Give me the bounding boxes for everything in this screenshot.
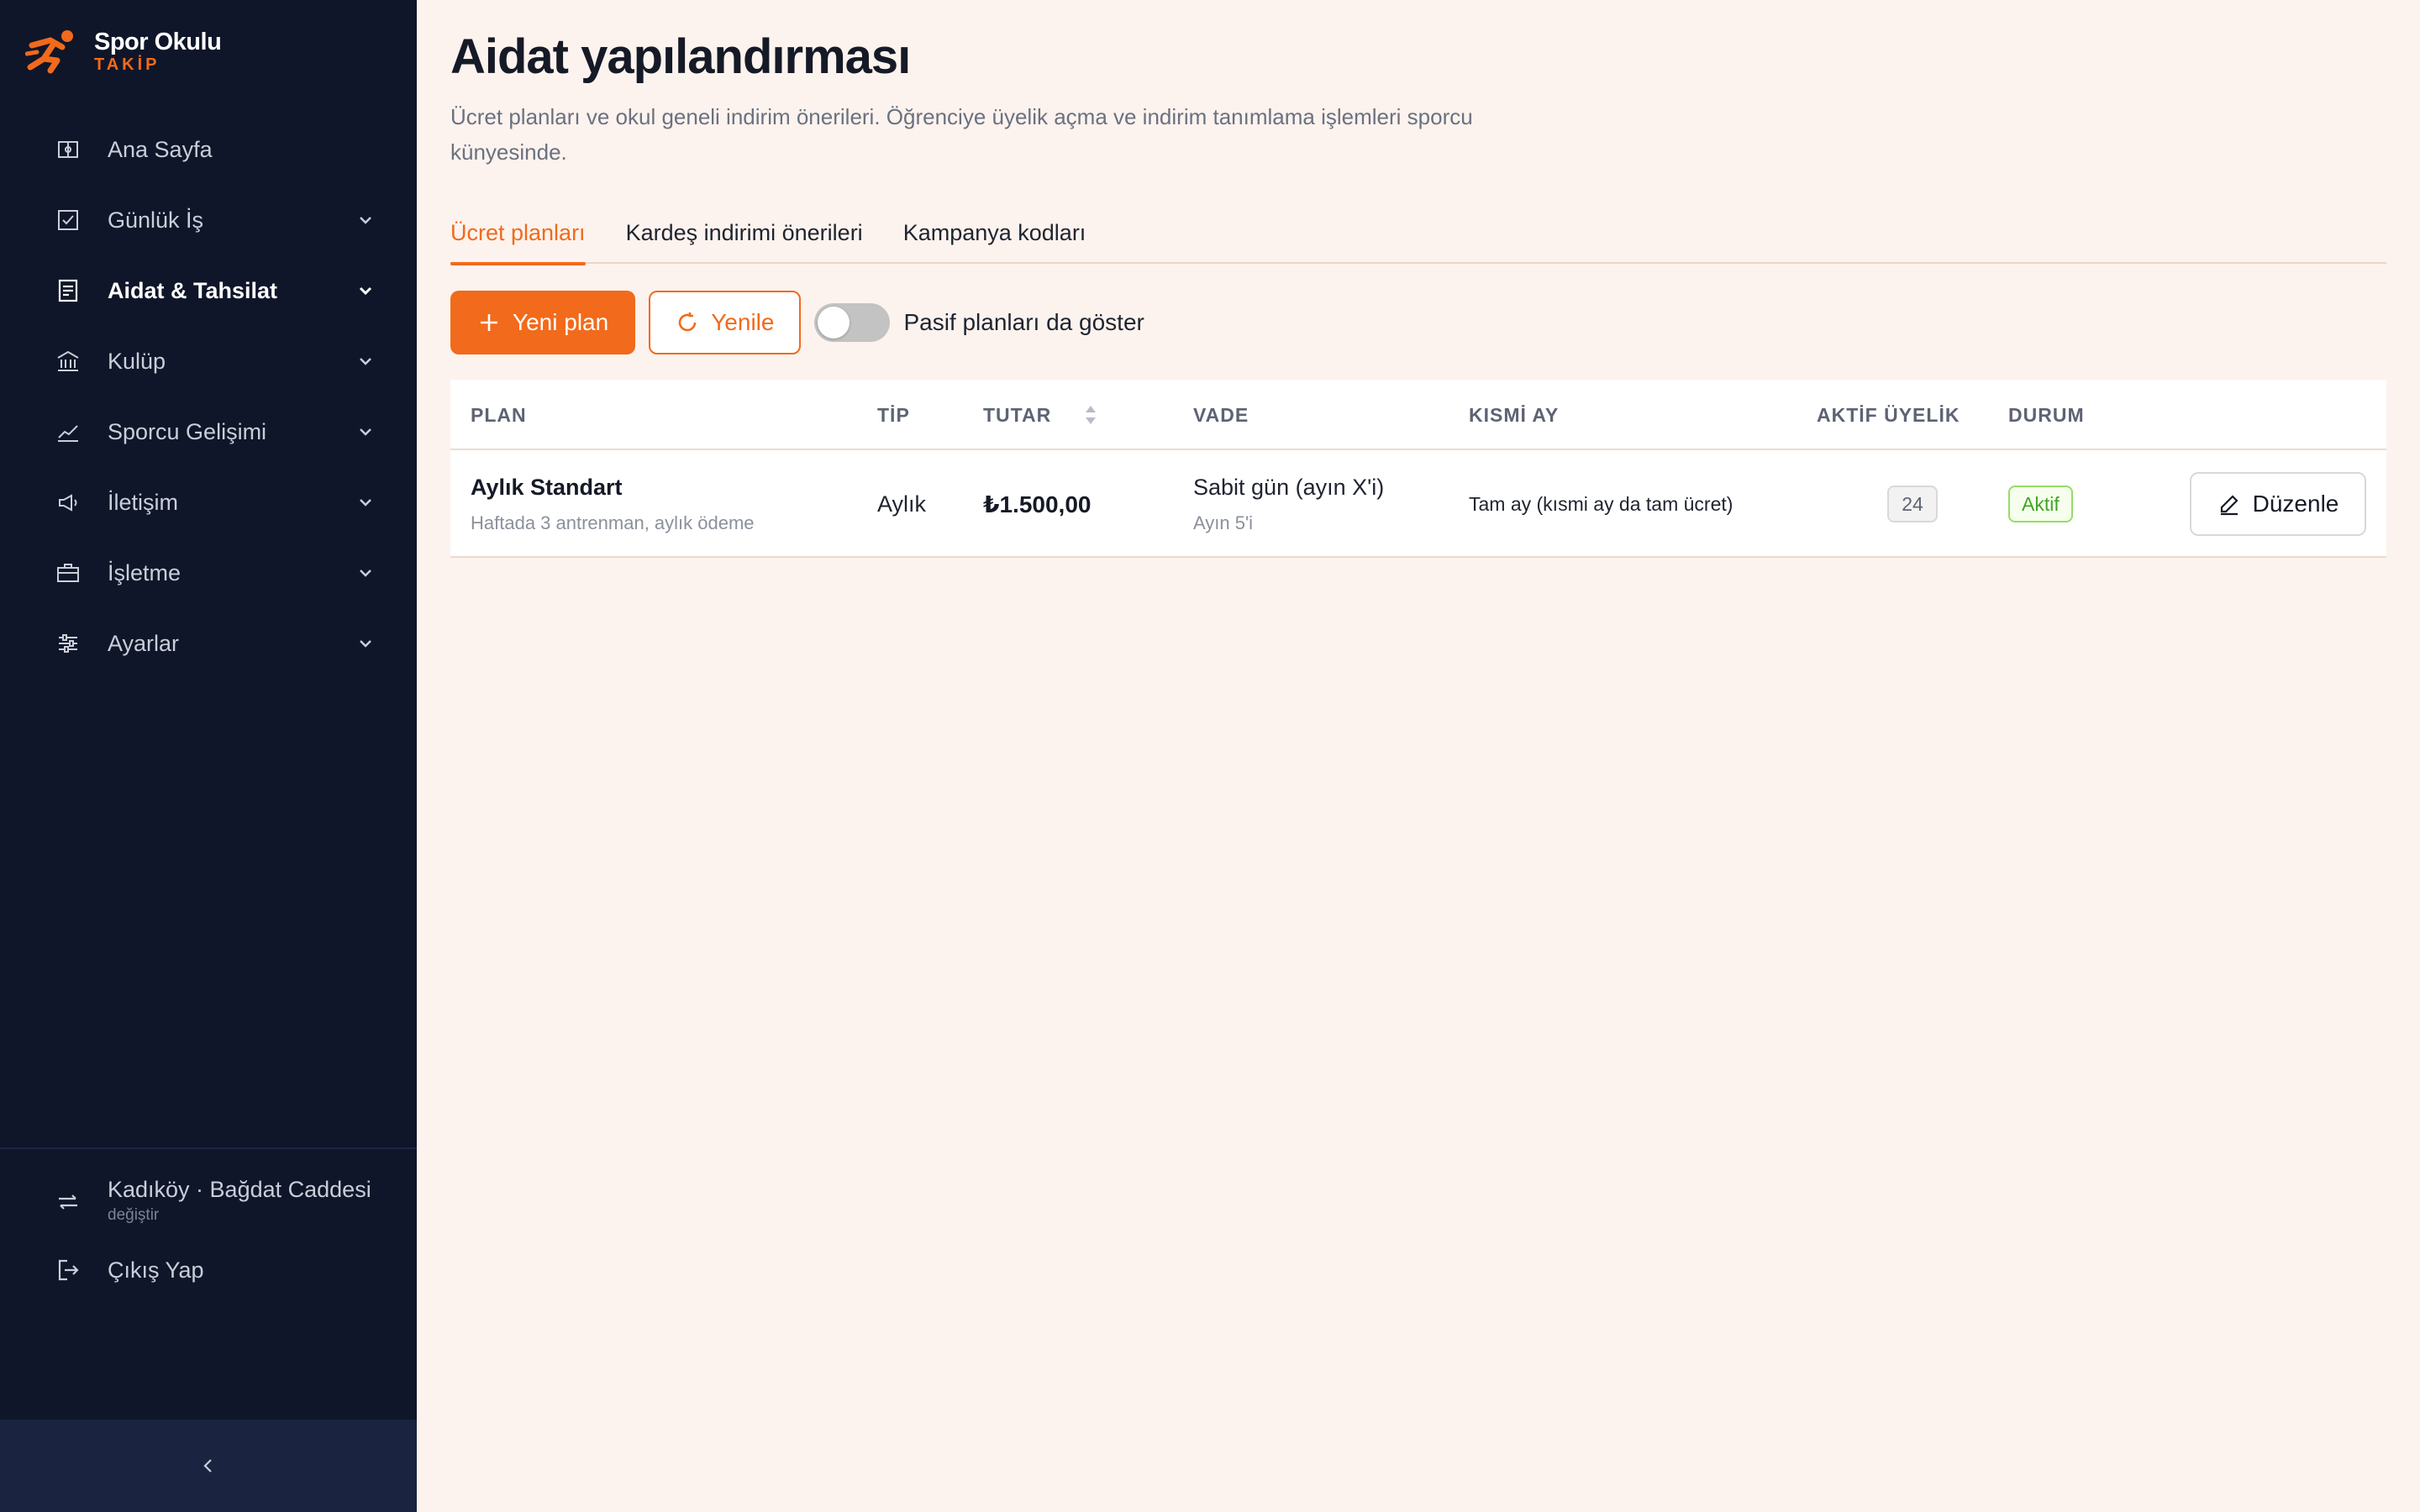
main-content: Aidat yapılandırması Ücret planları ve o… [417, 0, 2420, 1512]
sidebar-item-label: İşletme [108, 559, 182, 585]
sidebar-item-gunluk-is[interactable]: Günlük İş [0, 185, 417, 255]
status-badge: Aktif [2008, 486, 2073, 522]
dashboard-icon [55, 137, 81, 162]
cell-type: Aylık [877, 450, 926, 558]
chevron-down-icon [356, 281, 375, 300]
col-header-amount-label: TUTAR [983, 403, 1052, 426]
cell-amount: ₺1.500,00 [983, 450, 1091, 558]
table-header: PLAN TİP TUTAR VADE KISMİ AY AKTİF ÜYELİ… [450, 380, 2386, 450]
refresh-label: Yenile [711, 309, 775, 335]
swap-icon [55, 1189, 81, 1215]
cell-active-members: 24 [1887, 450, 1938, 558]
checkbox-icon [55, 207, 81, 233]
plan-description: Haftada 3 antrenman, aylık ödeme [471, 512, 755, 533]
active-members-count: 24 [1887, 486, 1938, 522]
plus-icon [481, 314, 497, 331]
cell-partial: Tam ay (kısmi ay da tam ücret) [1469, 450, 1733, 558]
edit-button[interactable]: Düzenle [2190, 472, 2366, 536]
fee-plans-table: PLAN TİP TUTAR VADE KISMİ AY AKTİF ÜYELİ… [450, 380, 2386, 558]
col-header-active-members: AKTİF ÜYELİK [1817, 403, 1960, 426]
tab-kardes-indirimi[interactable]: Kardeş indirimi önerileri [626, 202, 863, 264]
chevron-down-icon [356, 423, 375, 441]
edit-label: Düzenle [2252, 491, 2339, 517]
branch-change-link[interactable]: değiştir [108, 1206, 371, 1225]
sidebar-item-label: Günlük İş [108, 207, 204, 233]
chart-line-icon [55, 419, 81, 444]
refresh-icon [678, 312, 697, 332]
show-passive-toggle[interactable] [814, 303, 891, 342]
chevron-down-icon [356, 564, 375, 582]
col-header-type: TİP [877, 403, 910, 426]
cell-status: Aktif [2008, 450, 2073, 558]
col-header-amount[interactable]: TUTAR [983, 380, 1098, 450]
toggle-knob [818, 307, 850, 339]
col-header-status: DURUM [2008, 403, 2085, 426]
branch-switcher[interactable]: Kadıköy · Bağdat Caddesi değiştir [55, 1173, 371, 1225]
runner-logo-icon [25, 30, 73, 74]
brand-logo[interactable]: Spor Okulu TAKİP [25, 29, 222, 74]
sliders-icon [55, 631, 81, 656]
sidebar-collapse-button[interactable] [0, 1420, 417, 1512]
briefcase-icon [55, 560, 81, 585]
chevron-down-icon [356, 211, 375, 229]
cell-plan: Aylık Standart Haftada 3 antrenman, aylı… [471, 450, 755, 558]
brand-subtitle: TAKİP [94, 55, 160, 74]
col-header-partial: KISMİ AY [1469, 403, 1560, 426]
due-day: Ayın 5'i [1193, 512, 1254, 533]
megaphone-icon [55, 490, 81, 515]
brand-name: Spor Okulu [94, 29, 222, 55]
logout-label: Çıkış Yap [108, 1257, 204, 1283]
sidebar: Spor Okulu TAKİP Ana Sayfa Günlük İş Aid… [0, 0, 417, 1512]
sidebar-item-sporcu-gelisimi[interactable]: Sporcu Gelişimi [0, 396, 417, 467]
document-icon [55, 278, 81, 303]
plan-type: Aylık [877, 491, 927, 517]
chevron-down-icon [356, 352, 375, 370]
col-header-due: VADE [1193, 403, 1249, 426]
partial-month-rule: Tam ay (kısmi ay da tam ücret) [1469, 492, 1733, 515]
tab-bar: Ücret planları Kardeş indirimi önerileri… [450, 202, 2386, 265]
branch-name: Kadıköy · Bağdat Caddesi [108, 1177, 371, 1202]
sidebar-item-iletisim[interactable]: İletişim [0, 467, 417, 538]
sidebar-item-aidat-tahsilat[interactable]: Aidat & Tahsilat [0, 255, 417, 326]
chevron-down-icon [356, 634, 375, 653]
chevron-left-icon [203, 1459, 212, 1473]
page-title: Aidat yapılandırması [450, 29, 911, 84]
sidebar-item-kulup[interactable]: Kulüp [0, 326, 417, 396]
plan-amount: ₺1.500,00 [983, 491, 1092, 517]
due-rule: Sabit gün (ayın X'i) [1193, 474, 1385, 500]
sidebar-item-ayarlar[interactable]: Ayarlar [0, 608, 417, 679]
sidebar-item-label: Ana Sayfa [108, 136, 213, 162]
plan-name: Aylık Standart [471, 474, 623, 500]
logout-button[interactable]: Çıkış Yap [55, 1252, 204, 1289]
sidebar-divider [0, 1147, 417, 1149]
sidebar-item-ana-sayfa[interactable]: Ana Sayfa [0, 114, 417, 185]
logout-icon [55, 1257, 81, 1283]
tab-kampanya-kodlari[interactable]: Kampanya kodları [903, 202, 1086, 264]
col-header-plan: PLAN [471, 403, 527, 426]
table-row[interactable]: Aylık Standart Haftada 3 antrenman, aylı… [450, 450, 2386, 558]
sidebar-item-label: Ayarlar [108, 630, 180, 656]
show-passive-label: Pasif planları da göster [903, 309, 1144, 335]
new-plan-label: Yeni plan [513, 309, 609, 335]
chevron-down-icon [356, 493, 375, 512]
sidebar-item-label: Kulüp [108, 348, 166, 374]
pencil-icon [2220, 495, 2238, 516]
refresh-button[interactable]: Yenile [649, 291, 802, 354]
cell-due: Sabit gün (ayın X'i) Ayın 5'i [1193, 450, 1384, 558]
sidebar-item-isletme[interactable]: İşletme [0, 538, 417, 608]
new-plan-button[interactable]: Yeni plan [450, 291, 636, 354]
bank-icon [55, 349, 81, 374]
sidebar-item-label: Aidat & Tahsilat [108, 277, 278, 303]
page-description: Ücret planları ve okul geneli indirim ön… [450, 104, 1473, 165]
sort-icon[interactable] [1083, 402, 1098, 428]
toolbar: Yeni plan Yenile Pasif planları da göste… [450, 291, 1144, 354]
sidebar-item-label: İletişim [108, 489, 179, 515]
tab-ucret-planlari[interactable]: Ücret planları [450, 202, 586, 265]
sidebar-item-label: Sporcu Gelişimi [108, 418, 267, 444]
sidebar-nav: Ana Sayfa Günlük İş Aidat & Tahsilat Kul… [0, 114, 417, 679]
